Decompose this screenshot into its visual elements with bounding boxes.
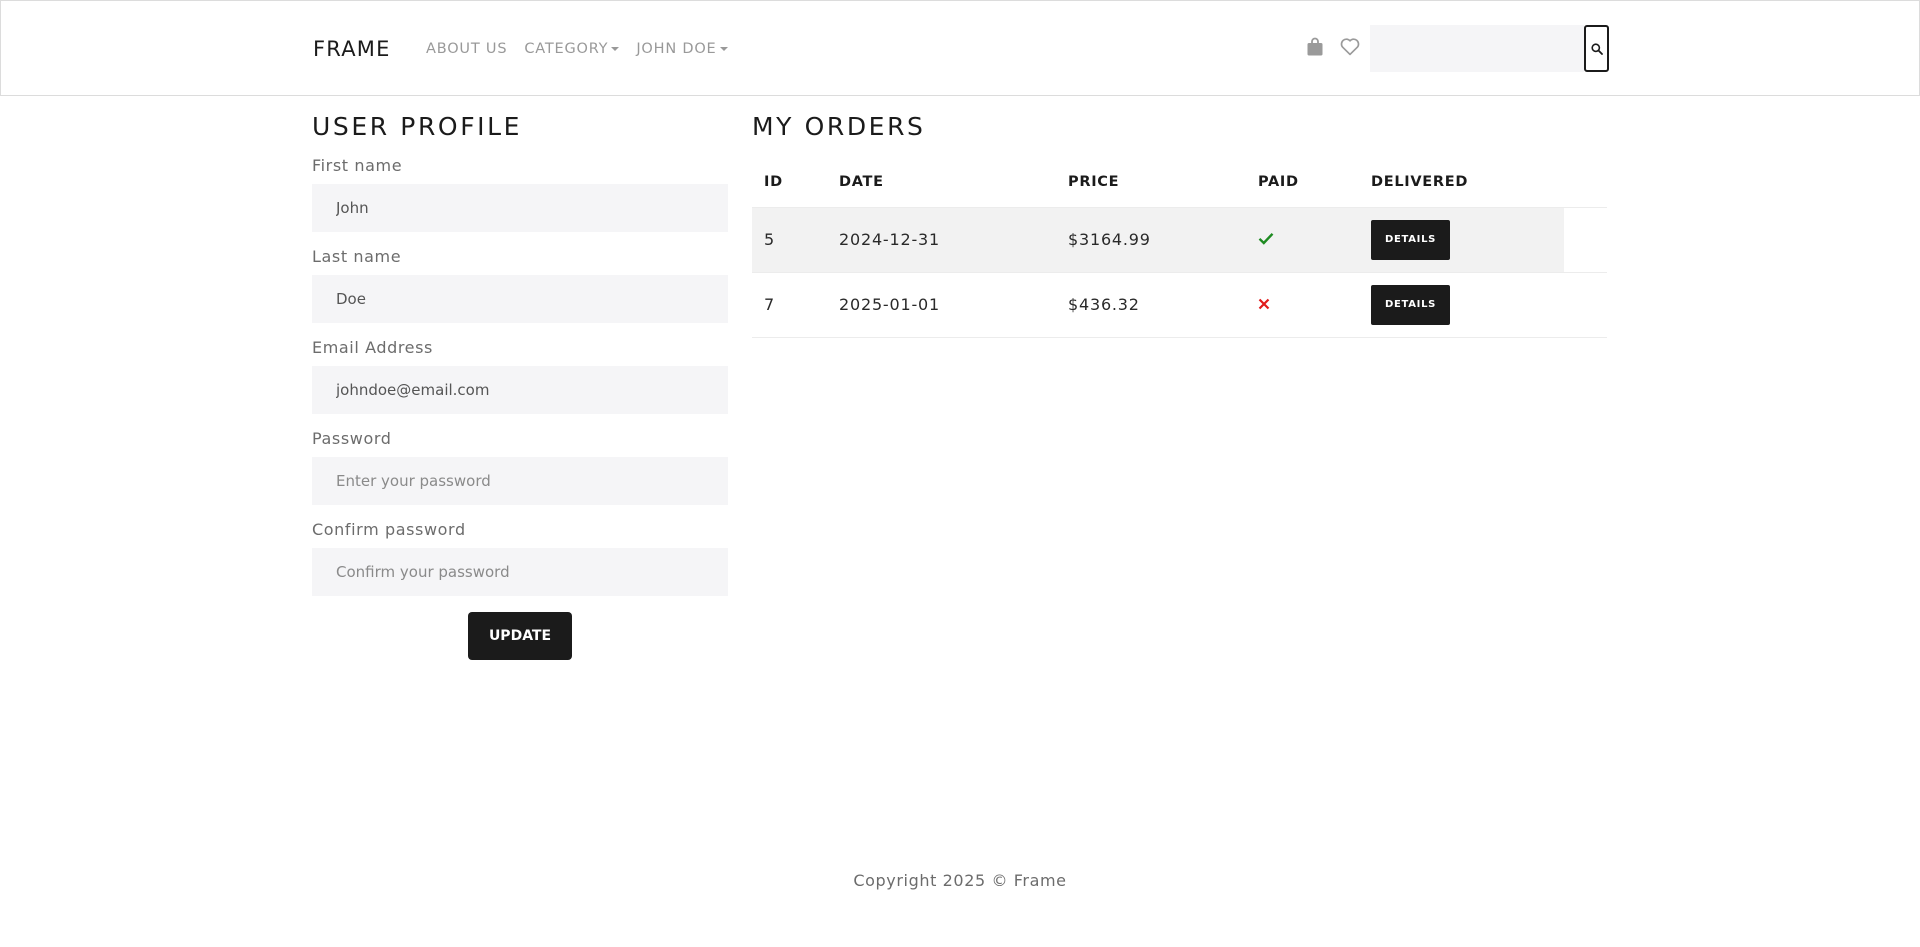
nav-icons bbox=[1305, 36, 1360, 56]
column-header-delivered: DELIVERED bbox=[1359, 157, 1564, 208]
order-paid-cell bbox=[1246, 272, 1359, 338]
order-date: 2024-12-31 bbox=[827, 207, 1056, 273]
nav-link-category[interactable]: CATEGORY bbox=[524, 41, 620, 57]
order-details-button[interactable]: DETAILS bbox=[1371, 284, 1450, 325]
order-price: $436.32 bbox=[1056, 272, 1246, 338]
caret-down-icon bbox=[719, 47, 728, 51]
order-date: 2025-01-01 bbox=[827, 272, 1056, 338]
confirm-password-input[interactable] bbox=[312, 548, 728, 596]
nav-link-label: JOHN DOE bbox=[636, 41, 717, 57]
profile-title: USER PROFILE bbox=[312, 112, 523, 141]
column-header-id: ID bbox=[752, 157, 827, 208]
orders-section: MY ORDERS ID DATE PRICE PAID DELIVERED 5… bbox=[752, 112, 1607, 338]
table-row: 5 2024-12-31 $3164.99 DETAILS bbox=[752, 207, 1607, 273]
update-button[interactable]: UPDATE bbox=[468, 612, 572, 660]
user-profile-section: USER PROFILE First name Last name Email … bbox=[312, 112, 728, 660]
table-row: 7 2025-01-01 $436.32 DETAILS bbox=[752, 272, 1607, 338]
caret-down-icon bbox=[611, 47, 620, 51]
first-name-input[interactable] bbox=[312, 184, 728, 232]
confirm-password-label: Confirm password bbox=[312, 520, 466, 539]
heart-icon[interactable] bbox=[1340, 36, 1360, 56]
nav-link-label: CATEGORY bbox=[524, 41, 609, 57]
email-label: Email Address bbox=[312, 338, 433, 357]
order-actions-cell: DETAILS bbox=[1359, 207, 1564, 273]
table-header-row: ID DATE PRICE PAID DELIVERED bbox=[752, 157, 1607, 208]
order-details-button[interactable]: DETAILS bbox=[1371, 219, 1450, 260]
password-input[interactable] bbox=[312, 457, 728, 505]
column-header-paid: PAID bbox=[1246, 157, 1359, 208]
order-id: 5 bbox=[752, 207, 827, 273]
first-name-label: First name bbox=[312, 156, 403, 175]
footer-copyright: Copyright 2025 © Frame bbox=[853, 871, 1067, 890]
orders-table: ID DATE PRICE PAID DELIVERED 5 2024-12-3… bbox=[752, 157, 1607, 338]
checkmark-icon bbox=[1258, 232, 1274, 245]
brand-logo[interactable]: FRAME bbox=[313, 37, 391, 61]
order-id: 7 bbox=[752, 272, 827, 338]
last-name-label: Last name bbox=[312, 247, 402, 266]
nav-links: ABOUT US CATEGORY JOHN DOE bbox=[426, 41, 728, 57]
password-label: Password bbox=[312, 429, 392, 448]
search-button[interactable] bbox=[1584, 25, 1609, 72]
order-price: $3164.99 bbox=[1056, 207, 1246, 273]
column-header-price: PRICE bbox=[1056, 157, 1246, 208]
order-paid-cell bbox=[1246, 207, 1359, 273]
last-name-input[interactable] bbox=[312, 275, 728, 323]
navbar: FRAME ABOUT US CATEGORY JOHN DOE bbox=[0, 0, 1920, 96]
search-icon bbox=[1590, 42, 1603, 55]
email-input[interactable] bbox=[312, 366, 728, 414]
column-header-date: DATE bbox=[827, 157, 1056, 208]
search-form bbox=[1370, 25, 1609, 72]
close-x-icon bbox=[1258, 298, 1270, 310]
orders-title: MY ORDERS bbox=[752, 112, 926, 141]
nav-link-label: ABOUT US bbox=[426, 41, 508, 57]
nav-link-user-menu[interactable]: JOHN DOE bbox=[636, 41, 728, 57]
shopping-bag-icon[interactable] bbox=[1305, 36, 1325, 56]
order-actions-cell: DETAILS bbox=[1359, 272, 1564, 338]
search-input[interactable] bbox=[1370, 25, 1584, 72]
nav-link-about-us[interactable]: ABOUT US bbox=[426, 41, 507, 57]
